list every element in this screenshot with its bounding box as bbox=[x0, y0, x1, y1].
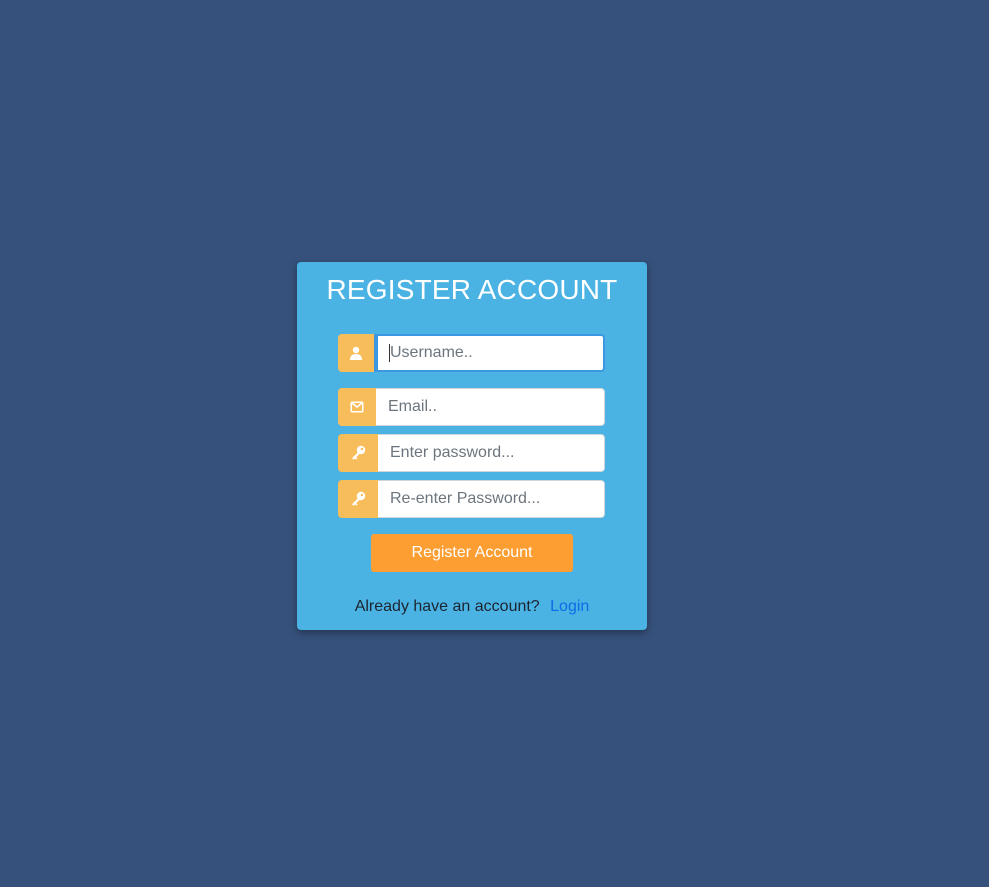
footer-text: Already have an account? bbox=[354, 598, 540, 615]
key-icon bbox=[338, 480, 378, 518]
login-prompt: Already have an account? Login bbox=[297, 598, 647, 616]
key-icon bbox=[338, 434, 378, 472]
confirm-password-input[interactable] bbox=[378, 480, 605, 518]
register-card: REGISTER ACCOUNT Username.. Email.. Regi… bbox=[297, 262, 647, 630]
username-field-group bbox=[338, 334, 605, 372]
login-link[interactable]: Login bbox=[550, 598, 589, 615]
text-caret bbox=[389, 344, 390, 362]
password-field-group bbox=[338, 434, 605, 472]
user-icon bbox=[338, 334, 376, 372]
form-title: REGISTER ACCOUNT bbox=[326, 274, 618, 305]
email-field-group bbox=[338, 388, 605, 426]
username-input[interactable] bbox=[376, 334, 605, 372]
confirm-password-field-group bbox=[338, 480, 605, 518]
password-input[interactable] bbox=[378, 434, 605, 472]
register-account-button[interactable]: Register Account bbox=[371, 534, 573, 572]
envelope-icon bbox=[338, 388, 376, 426]
email-input[interactable] bbox=[376, 388, 605, 426]
